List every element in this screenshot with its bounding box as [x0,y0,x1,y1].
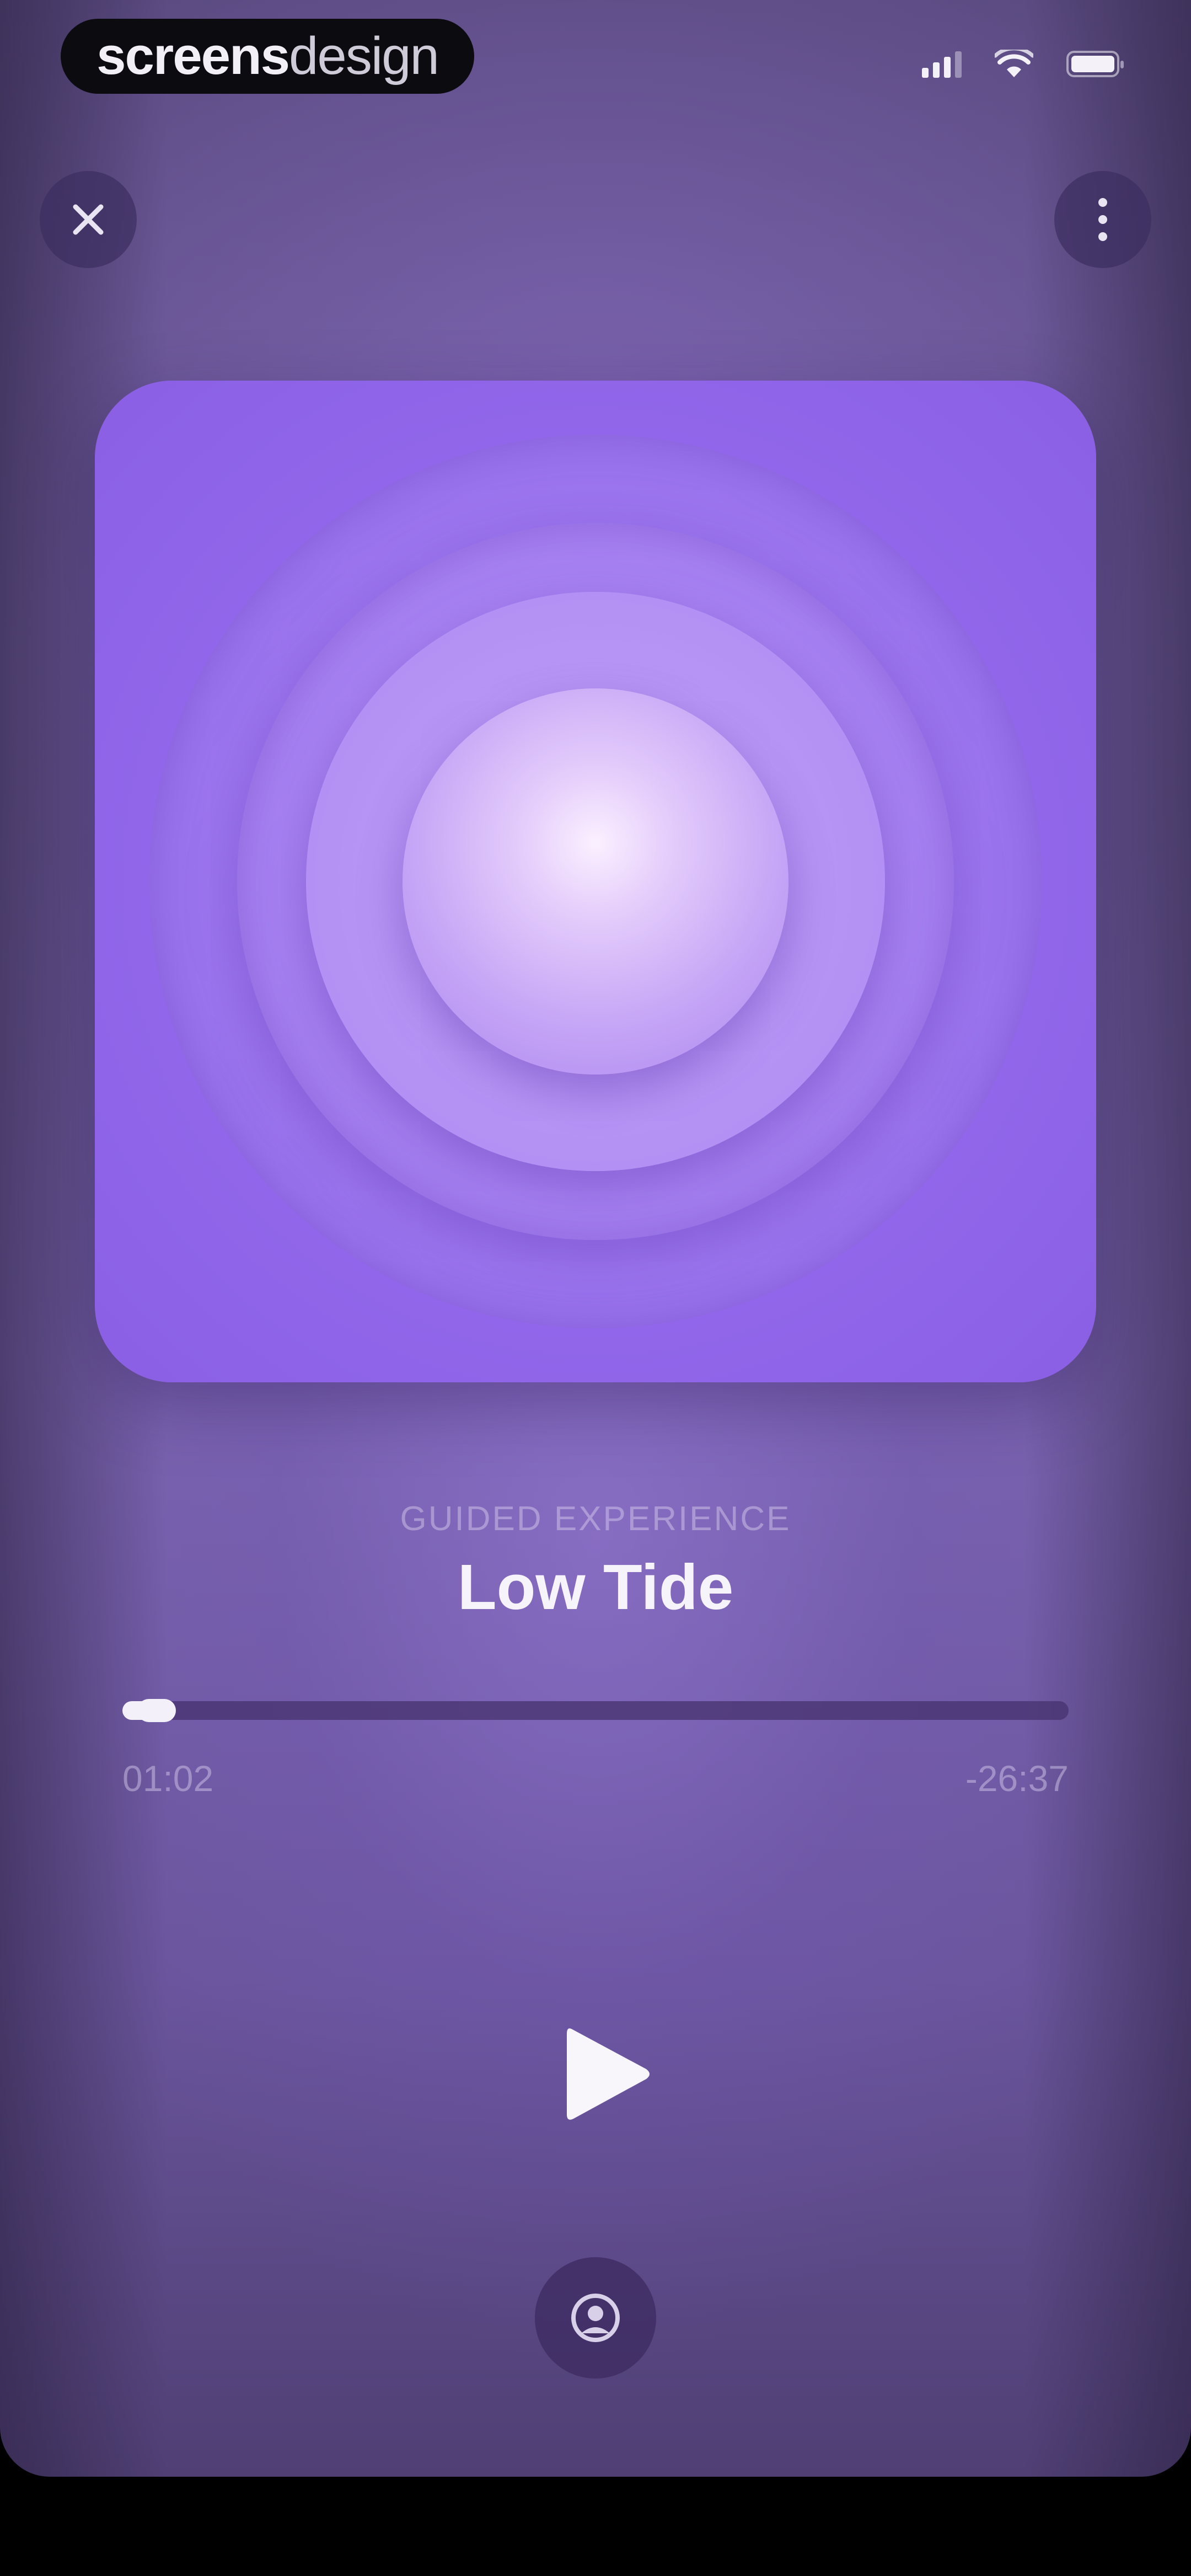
progress-handle[interactable] [137,1699,176,1722]
brand-light-text: design [289,26,439,85]
face-icon [571,2294,620,2342]
elapsed-time: 01:02 [122,1758,214,1799]
wifi-icon [995,50,1033,77]
progress-slider[interactable] [122,1699,1069,1722]
more-vertical-icon [1098,198,1107,241]
track-category: GUIDED EXPERIENCE [400,1500,791,1538]
play-icon [567,2028,650,2120]
battery-icon [1066,51,1124,77]
cellular-signal-icon [922,50,962,78]
close-icon [73,204,104,235]
brand-logo: screensdesign [96,26,439,87]
face-button[interactable] [535,2257,656,2379]
status-icons [922,50,1124,78]
more-options-button[interactable] [1054,171,1151,268]
remaining-time: -26:37 [965,1758,1069,1799]
player-screen: screensdesign GUIDED EXPERIENCE Low Tide… [0,0,1191,2477]
track-title: Low Tide [457,1551,734,1623]
play-button[interactable] [540,2008,673,2140]
close-button[interactable] [40,171,137,268]
brand-badge: screensdesign [61,19,474,94]
brand-bold-text: screens [96,26,290,85]
track-artwork [95,381,1096,1382]
